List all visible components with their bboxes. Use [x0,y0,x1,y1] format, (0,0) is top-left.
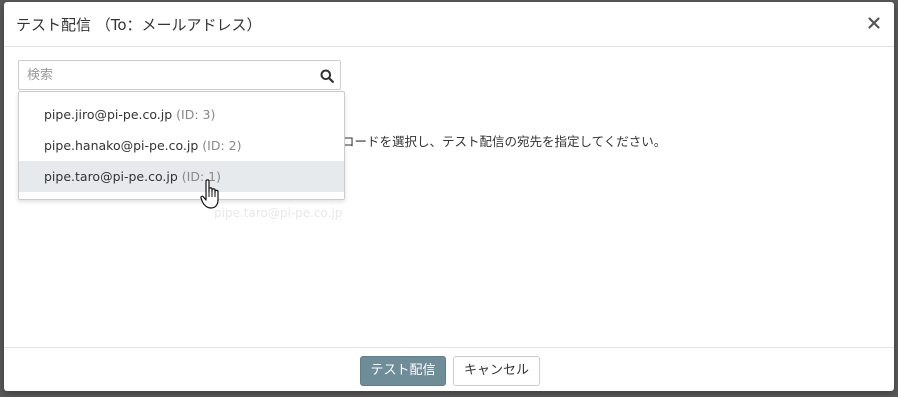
close-icon[interactable] [866,15,882,31]
item-email: pipe.jiro@pi-pe.co.jp [44,107,173,122]
cancel-button[interactable]: キャンセル [453,356,540,386]
item-id: (ID: 3) [176,107,216,122]
search-results-dropdown: pipe.jiro@pi-pe.co.jp (ID: 3) pipe.hanak… [18,91,345,200]
modal-title: テスト配信 （To：メールアドレス） [16,16,262,34]
item-id: (ID: 2) [202,138,242,153]
search-input[interactable] [19,61,314,89]
modal-header: テスト配信 （To：メールアドレス） [4,2,894,47]
dropdown-item-highlighted[interactable]: pipe.taro@pi-pe.co.jp (ID: 1) [19,161,344,192]
item-email: pipe.hanako@pi-pe.co.jp [44,138,199,153]
hand-cursor-icon [200,178,226,214]
item-email: pipe.taro@pi-pe.co.jp [44,169,178,184]
test-delivery-button[interactable]: テスト配信 [360,356,446,386]
dropdown-item[interactable]: pipe.hanako@pi-pe.co.jp (ID: 2) [19,130,344,161]
search-box [18,60,341,90]
test-delivery-modal: テスト配信 （To：メールアドレス） コードを選択し、テスト配信の宛先を指定して… [4,2,894,391]
faded-background-text: pipe.taro@pi-pe.co.jp [214,206,343,220]
instruction-text: コードを選択し、テスト配信の宛先を指定してください。 [342,134,667,149]
dropdown-item[interactable]: pipe.jiro@pi-pe.co.jp (ID: 3) [19,99,344,130]
modal-footer: テスト配信 キャンセル [4,347,894,392]
search-icon[interactable] [320,68,334,83]
